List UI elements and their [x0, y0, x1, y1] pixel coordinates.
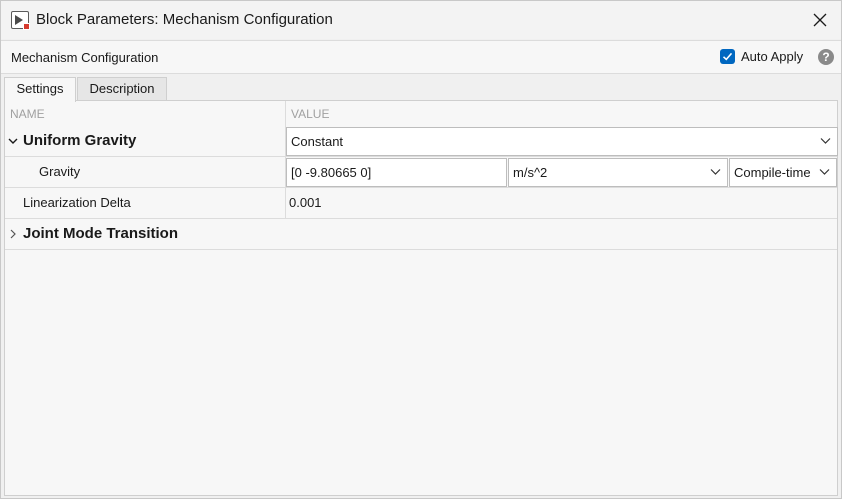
gravity-mode-text: Compile-time — [734, 165, 811, 180]
chevron-right-icon[interactable] — [8, 229, 18, 239]
linearization-delta-row: Linearization Delta 0.001 — [5, 188, 837, 219]
block-parameters-window: Block Parameters: Mechanism Configuratio… — [0, 0, 842, 499]
settings-panel: NAME VALUE Uniform Gravity Constant Grav… — [4, 100, 838, 496]
gravity-row: Gravity [0 -9.80665 0] m/s^2 Compile-tim… — [5, 157, 837, 188]
tab-description[interactable]: Description — [77, 77, 167, 101]
name-column-header: NAME — [10, 107, 45, 121]
chevron-down-icon — [710, 169, 721, 175]
checkmark-icon — [722, 52, 733, 61]
linearization-delta-label: Linearization Delta — [23, 195, 131, 210]
close-icon — [813, 13, 827, 27]
gravity-mode-select[interactable]: Compile-time — [729, 158, 837, 187]
auto-apply-toggle[interactable]: Auto Apply — [720, 49, 803, 64]
chevron-down-icon[interactable] — [8, 136, 18, 146]
gravity-value-input[interactable]: [0 -9.80665 0] — [286, 158, 507, 187]
header-row: Mechanism Configuration Auto Apply ? — [1, 40, 841, 74]
gravity-label: Gravity — [39, 164, 81, 179]
simulink-block-icon — [11, 11, 30, 30]
uniform-gravity-select[interactable]: Constant — [286, 127, 838, 156]
value-column-header: VALUE — [291, 107, 330, 121]
auto-apply-checkbox[interactable] — [720, 49, 735, 64]
linearization-delta-value[interactable]: 0.001 — [289, 188, 322, 218]
tab-bar: Settings Description — [1, 75, 841, 102]
joint-mode-transition-label: Joint Mode Transition — [23, 225, 179, 242]
joint-mode-transition-row: Joint Mode Transition — [5, 219, 837, 250]
auto-apply-label: Auto Apply — [741, 49, 804, 64]
gravity-unit-select[interactable]: m/s^2 — [508, 158, 728, 187]
help-icon[interactable]: ? — [818, 49, 834, 65]
uniform-gravity-label: Uniform Gravity — [23, 132, 137, 149]
title-bar: Block Parameters: Mechanism Configuratio… — [1, 1, 841, 39]
gravity-value-text: [0 -9.80665 0] — [291, 165, 372, 180]
tab-settings[interactable]: Settings — [4, 77, 76, 102]
gravity-unit-text: m/s^2 — [513, 165, 548, 180]
uniform-gravity-value: Constant — [291, 134, 344, 149]
window-title: Block Parameters: Mechanism Configuratio… — [36, 11, 333, 28]
uniform-gravity-row: Uniform Gravity Constant — [5, 126, 838, 157]
chevron-down-icon — [819, 169, 830, 175]
close-button[interactable] — [809, 9, 831, 31]
block-name-label: Mechanism Configuration — [11, 50, 159, 65]
chevron-down-icon — [820, 138, 831, 144]
